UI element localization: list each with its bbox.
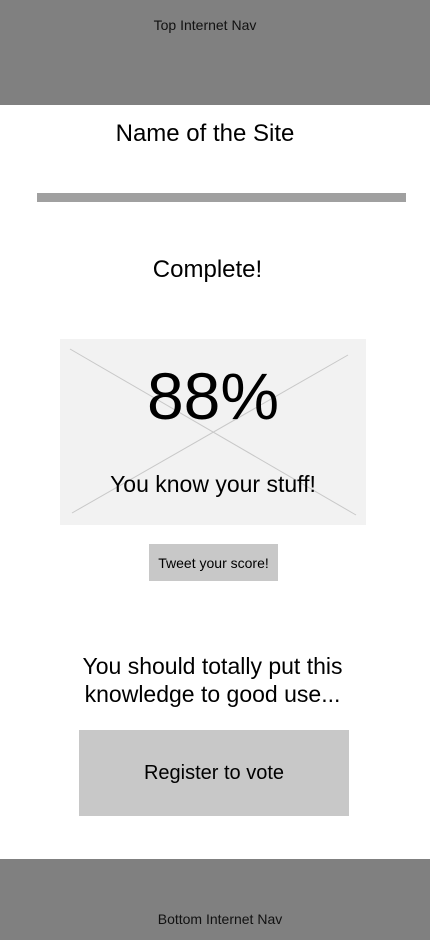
call-to-action-text: You should totally put this knowledge to… <box>82 653 343 707</box>
completion-status: Complete! <box>152 256 263 283</box>
register-to-vote-button[interactable]: Register to vote <box>79 730 349 816</box>
top-nav-label: Top Internet Nav <box>153 17 257 33</box>
site-name: Name of the Site <box>115 120 295 147</box>
top-internet-nav: Top Internet Nav <box>0 0 430 105</box>
bottom-internet-nav: Bottom Internet Nav <box>0 859 430 940</box>
score-value: 88% <box>146 359 280 433</box>
score-card: 88% You know your stuff! <box>60 339 366 525</box>
tweet-score-button[interactable]: Tweet your score! <box>149 544 278 581</box>
bottom-nav-label: Bottom Internet Nav <box>157 911 283 927</box>
score-message: You know your stuff! <box>110 471 316 497</box>
progress-bar <box>37 193 406 202</box>
